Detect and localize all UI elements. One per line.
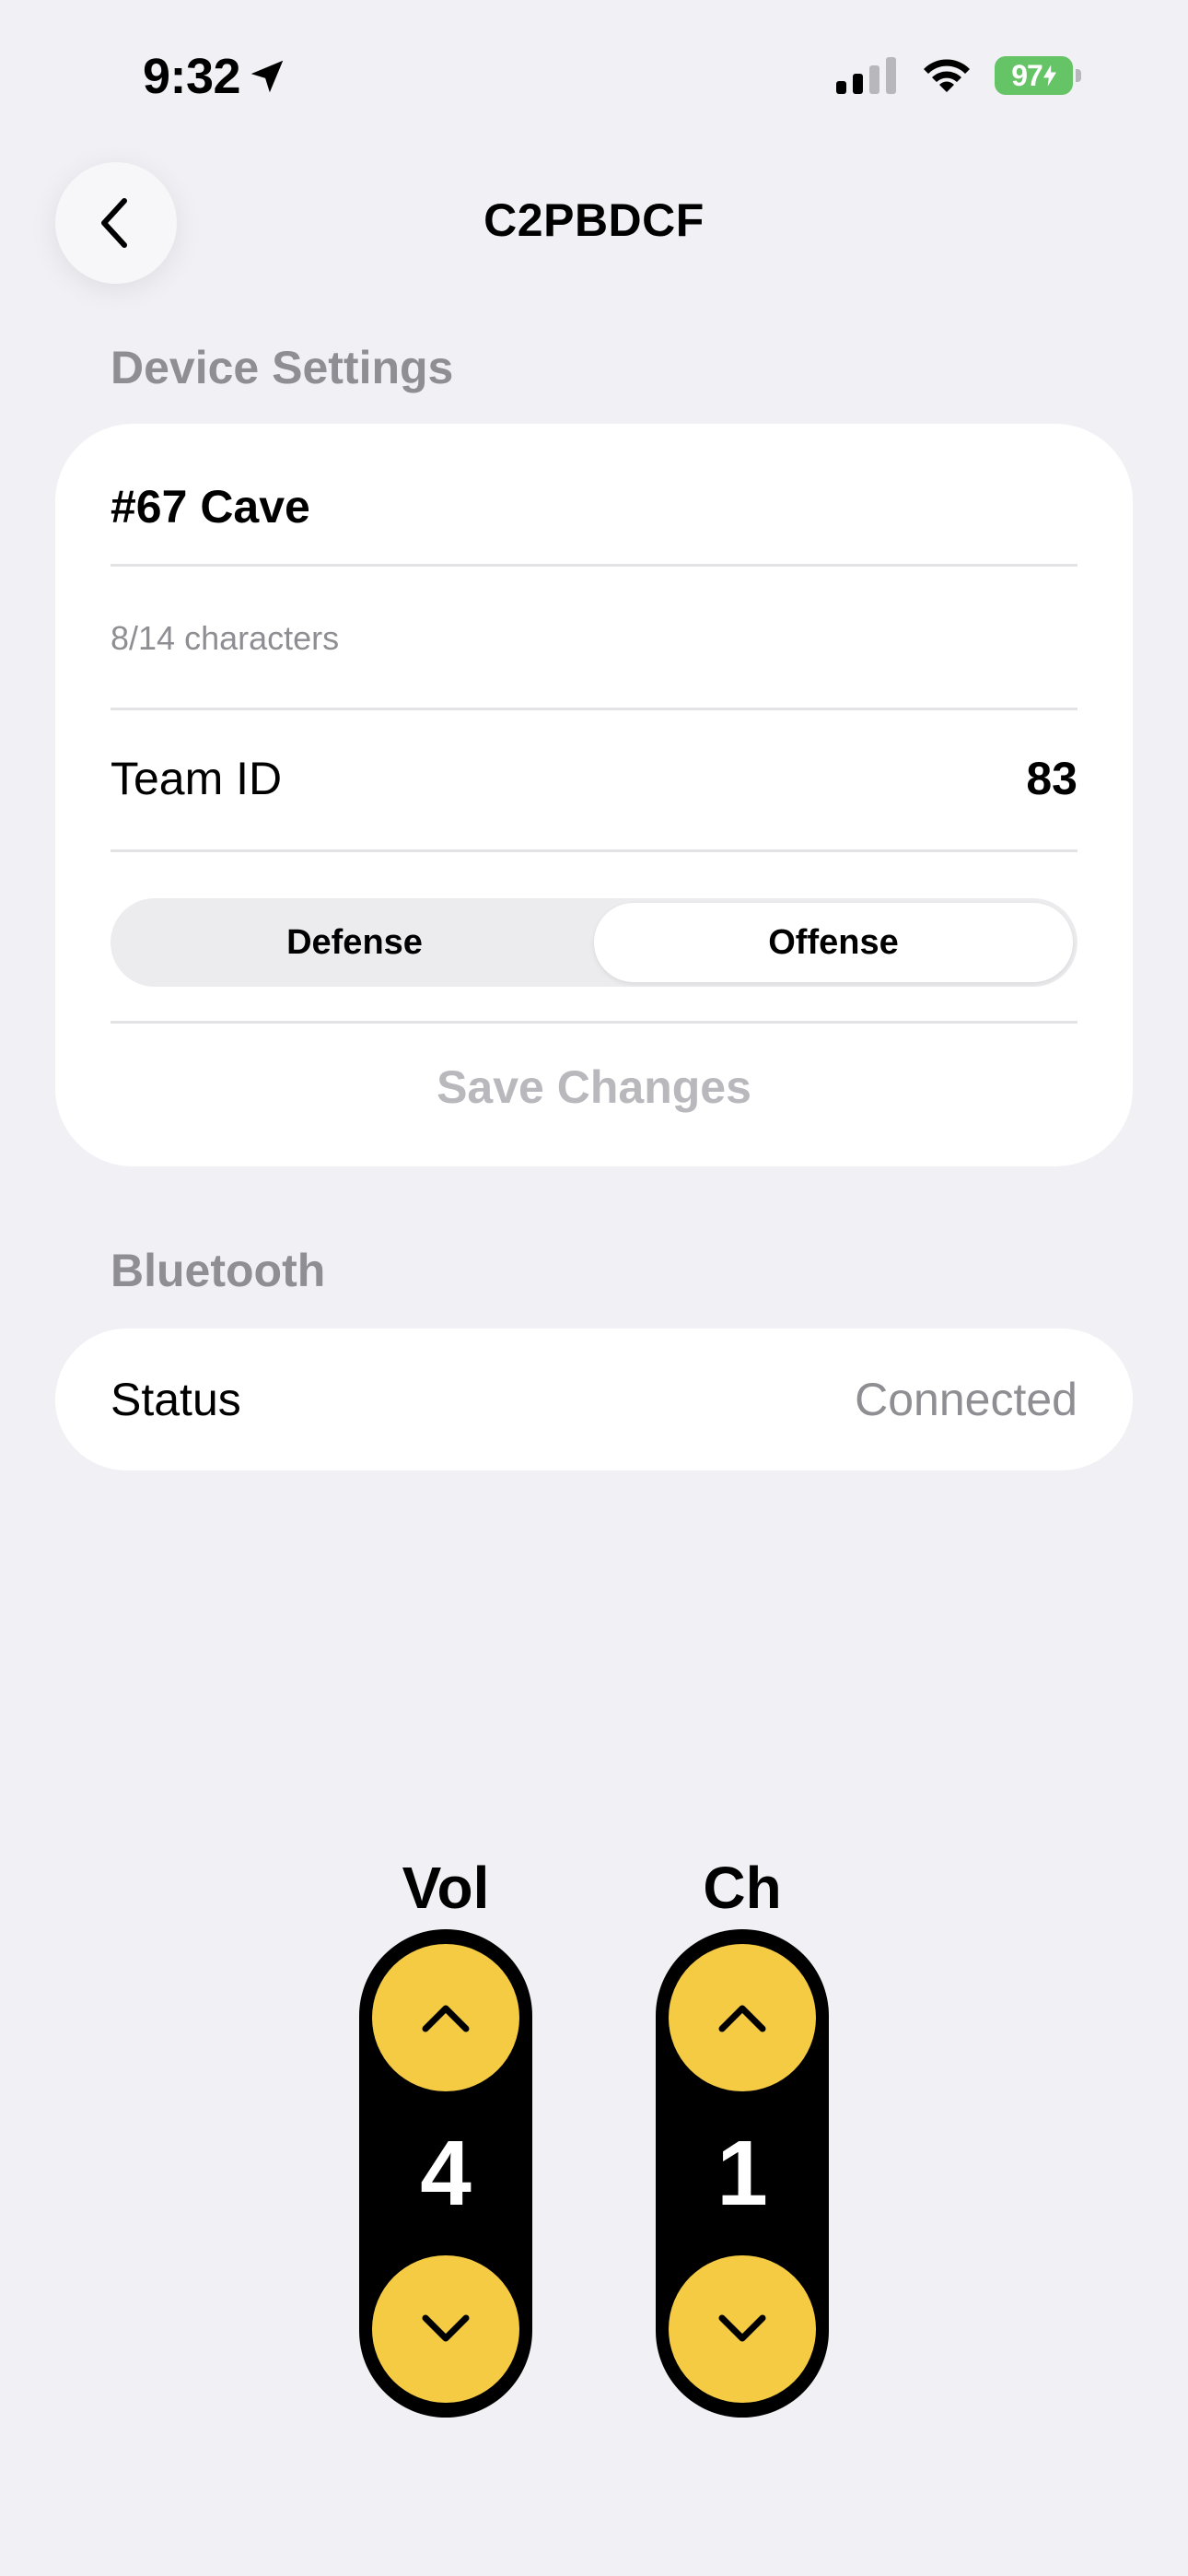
channel-up-button[interactable] xyxy=(669,1944,816,2091)
volume-value: 4 xyxy=(420,2122,472,2225)
chevron-up-icon xyxy=(718,2005,766,2032)
bluetooth-card: Status Connected xyxy=(55,1329,1133,1470)
bluetooth-status-row: Status Connected xyxy=(111,1329,1077,1470)
character-count: 8/14 characters xyxy=(111,619,340,657)
battery-percent: 97 xyxy=(1011,58,1043,92)
team-id-value[interactable]: 83 xyxy=(1026,752,1077,805)
volume-up-button[interactable] xyxy=(372,1944,519,2091)
chevron-up-icon xyxy=(422,2005,470,2032)
channel-value: 1 xyxy=(716,2122,768,2225)
status-indicators: 97 xyxy=(834,55,1081,96)
bluetooth-header: Bluetooth xyxy=(111,1245,326,1296)
chevron-down-icon xyxy=(718,2314,766,2342)
volume-label: Vol xyxy=(402,1855,490,1921)
volume-control: Vol 4 xyxy=(359,1848,532,2418)
segment-defense[interactable]: Defense xyxy=(115,903,594,982)
battery-indicator: 97 xyxy=(995,55,1081,96)
battery-level: 97 xyxy=(995,56,1074,95)
channel-label: Ch xyxy=(703,1855,782,1921)
wifi-icon xyxy=(924,59,970,92)
battery-tip xyxy=(1076,69,1081,82)
bluetooth-status-value: Connected xyxy=(855,1374,1077,1425)
device-settings-card: 8/14 characters Team ID 83 Defense Offen… xyxy=(55,424,1133,1166)
channel-down-button[interactable] xyxy=(669,2255,816,2403)
save-changes-button[interactable]: Save Changes xyxy=(55,1060,1133,1115)
device-settings-header: Device Settings xyxy=(111,342,454,393)
chevron-down-icon xyxy=(422,2314,470,2342)
location-arrow-icon xyxy=(250,60,284,93)
device-name-input[interactable] xyxy=(111,470,1077,544)
team-id-row[interactable]: Team ID 83 xyxy=(111,742,1077,815)
bluetooth-status-label: Status xyxy=(111,1374,241,1425)
status-time: 9:32 xyxy=(143,48,288,105)
channel-pill: 1 xyxy=(656,1929,829,2418)
divider xyxy=(111,708,1077,710)
divider xyxy=(111,849,1077,852)
divider xyxy=(111,564,1077,567)
cellular-signal-icon xyxy=(836,57,896,94)
time-text: 9:32 xyxy=(143,49,241,104)
divider xyxy=(111,1021,1077,1024)
channel-control: Ch 1 xyxy=(656,1848,829,2418)
status-bar: 9:32 97 xyxy=(0,0,1188,157)
team-id-label: Team ID xyxy=(111,753,283,804)
page-title: C2PBDCF xyxy=(483,194,705,246)
role-segmented-control: Defense Offense xyxy=(111,898,1077,987)
charging-bolt-icon xyxy=(1042,64,1056,87)
segment-offense[interactable]: Offense xyxy=(594,903,1073,982)
volume-pill: 4 xyxy=(359,1929,532,2418)
volume-down-button[interactable] xyxy=(372,2255,519,2403)
